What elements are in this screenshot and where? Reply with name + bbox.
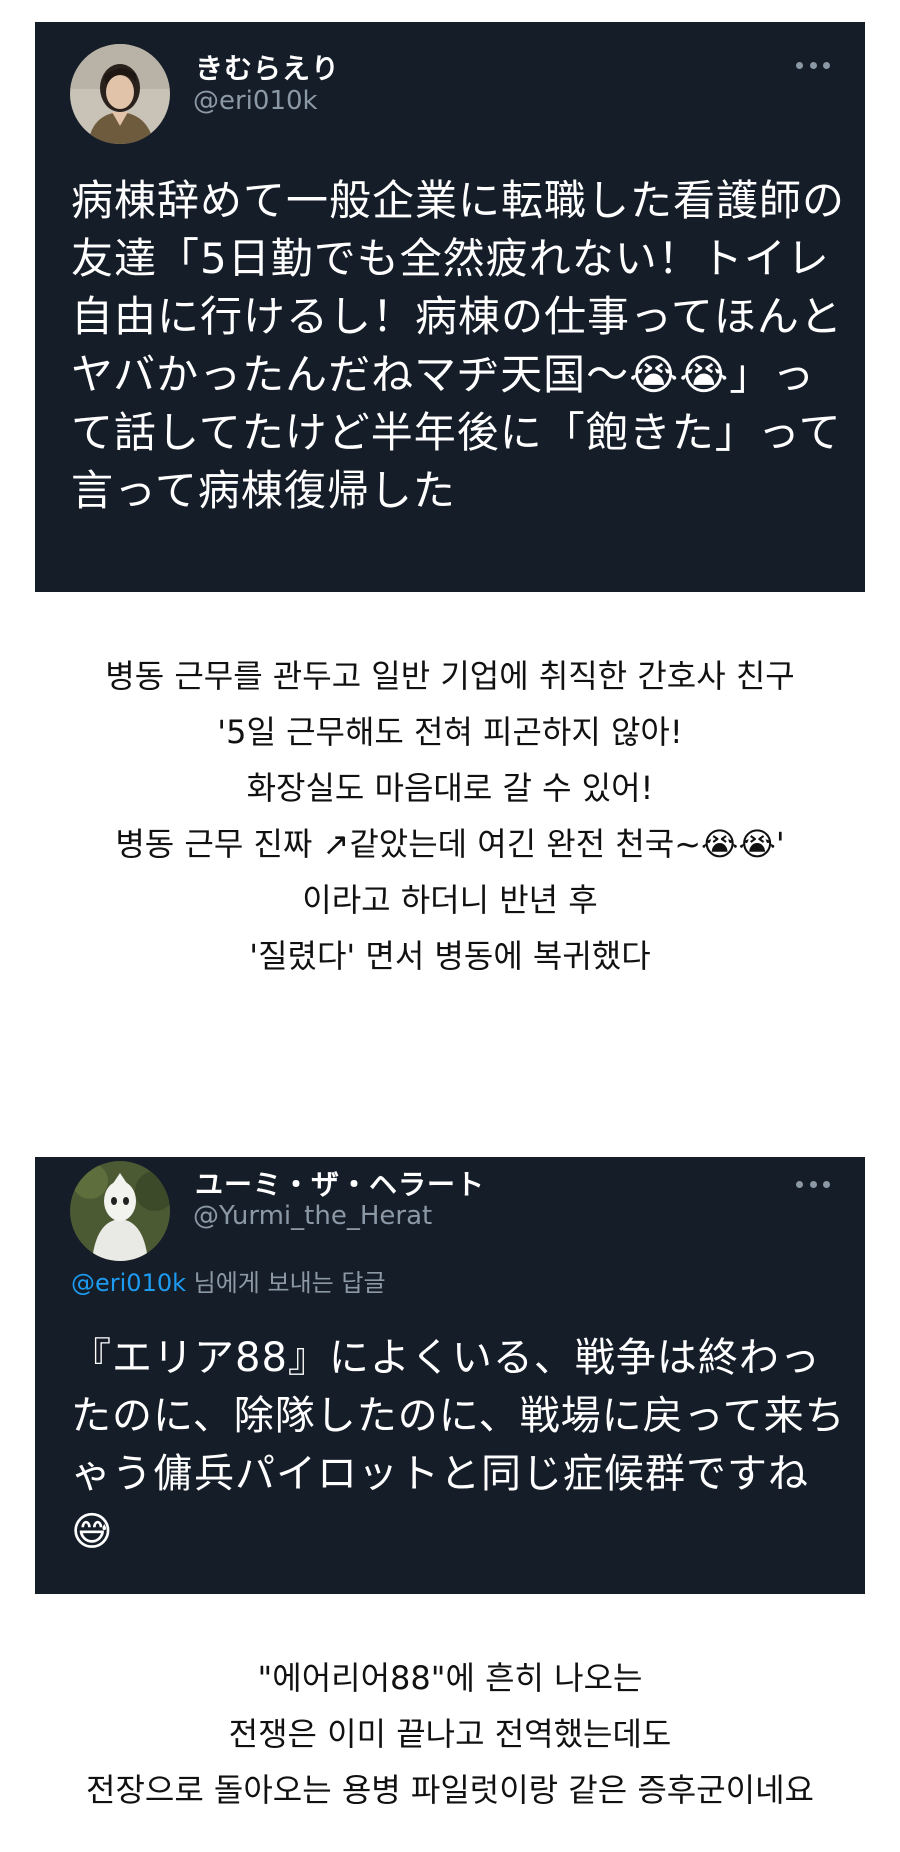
reply-context: @eri010k 님에게 보내는 답글 (71, 1263, 386, 1298)
more-dot (823, 61, 830, 69)
more-dot (823, 1180, 830, 1188)
profile-photo-icon (70, 44, 170, 144)
tweet-text: 『エリア88』によくいる、戦争は終わったのに、除隊したのに、戦場に戻って来ちゃう… (71, 1335, 846, 1555)
more-options-button[interactable] (796, 60, 830, 70)
reply-suffix: 님에게 보내는 답글 (186, 1269, 386, 1297)
avatar[interactable] (70, 1161, 170, 1261)
avatar[interactable] (70, 44, 170, 144)
tweet-text: 病棟辞めて一般企業に転職した看護師の友達「5日勤でも全然疲れない！トイレ自由に行… (71, 176, 846, 515)
tweet-card[interactable]: きむらえり @eri010k 病棟辞めて一般企業に転職した看護師の友達「5日勤で… (35, 22, 865, 592)
profile-photo-icon (70, 1161, 170, 1261)
translation-line: '5일 근무해도 전혀 피곤하지 않아! (217, 713, 683, 751)
more-horizontal-icon (796, 61, 803, 69)
translation-line: 화장실도 마음대로 갈 수 있어! (246, 769, 654, 807)
translation-line: '질렸다' 면서 병동에 복귀했다 (249, 937, 651, 975)
more-dot (809, 1180, 817, 1188)
translation-block: "에어리어88"에 흔히 나오는 전쟁은 이미 끝나고 전역했는데도 전장으로 … (0, 1650, 900, 1818)
translation-line: 병동 근무를 관두고 일반 기업에 취직한 간호사 친구 (105, 657, 795, 695)
translation-line: 전장으로 돌아오는 용병 파일럿이랑 같은 증후군이네요 (86, 1771, 814, 1809)
translation-line: "에어리어88"에 흔히 나오는 (257, 1659, 643, 1697)
translation-line: 전쟁은 이미 끝나고 전역했는데도 (228, 1715, 672, 1753)
more-options-button[interactable] (796, 1179, 830, 1189)
user-handle[interactable]: @eri010k (193, 86, 318, 116)
reply-mention-link[interactable]: @eri010k (71, 1269, 186, 1297)
translation-line: 이라고 하더니 반년 후 (302, 881, 598, 919)
display-name[interactable]: ユーミ・ザ・ヘラート (195, 1163, 485, 1203)
more-horizontal-icon (796, 1180, 803, 1188)
translation-line: 병동 근무 진짜 ↗같았는데 여긴 완전 천국~😭😭' (115, 825, 785, 863)
user-handle[interactable]: @Yurmi_the_Herat (193, 1201, 432, 1231)
more-dot (809, 61, 817, 69)
translation-block: 병동 근무를 관두고 일반 기업에 취직한 간호사 친구 '5일 근무해도 전혀… (0, 648, 900, 984)
display-name[interactable]: きむらえり (195, 47, 340, 87)
reply-tweet-card[interactable]: ユーミ・ザ・ヘラート @Yurmi_the_Herat @eri010k 님에게… (35, 1157, 865, 1594)
